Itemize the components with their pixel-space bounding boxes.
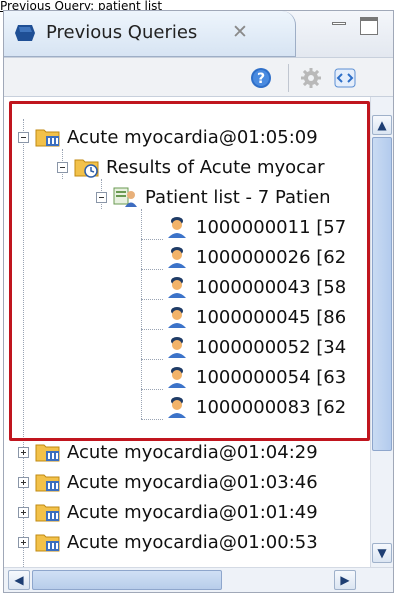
minimize-button[interactable] — [330, 17, 348, 31]
expand-toggle[interactable] — [18, 476, 29, 488]
tree-item-query[interactable]: Acute myocardia@01:05:09 — [18, 122, 318, 152]
vertical-scroll-thumb[interactable] — [372, 137, 392, 451]
settings-icon[interactable] — [300, 67, 322, 89]
scroll-left-button[interactable]: ◀ — [8, 570, 30, 590]
collapse-toggle[interactable] — [96, 191, 107, 203]
tree-item-label: 1000000011 [57 — [196, 216, 347, 238]
tree-connector — [141, 389, 163, 390]
query-folder-icon — [35, 474, 60, 492]
maximize-button[interactable] — [360, 17, 378, 35]
tree-item-query[interactable]: Acute myocardia@01:03:46 — [18, 467, 318, 497]
patient-icon — [168, 217, 186, 238]
tree-item-label: Patient list - 7 Patien — [145, 186, 331, 208]
tree-item-label: 1000000052 [34 — [196, 336, 347, 358]
query-folder-icon — [35, 534, 60, 552]
scroll-up-button[interactable]: ▲ — [372, 115, 392, 135]
results-folder-icon — [74, 159, 99, 178]
tree-item-patient[interactable]: 1000000043 [58 — [164, 272, 346, 302]
patient-icon — [168, 367, 186, 388]
previous-queries-tree: Acute myocardia@01:05:09 Results of Acut… — [4, 97, 370, 567]
tree-item-label: 1000000054 [63 — [196, 366, 347, 388]
vertical-scrollbar[interactable]: ▲ ▼ — [370, 97, 393, 567]
tree-item-patient[interactable]: 1000000045 [86 — [164, 302, 346, 332]
tab-previous-queries[interactable]: Previous Queries ✕ — [4, 11, 296, 57]
tree-connector — [141, 299, 163, 300]
tree-item-label: Results of Acute myocar — [106, 156, 325, 178]
tree-connector — [141, 359, 163, 360]
query-folder-icon — [35, 504, 60, 522]
tree-item-patient[interactable]: 1000000054 [63 — [164, 362, 346, 392]
collapse-toggle[interactable] — [57, 161, 68, 173]
tree-connector — [141, 419, 163, 420]
previous-queries-view: Previous Queries ✕ ? Acute myocardia@01:… — [3, 10, 394, 593]
query-folder-icon — [35, 129, 60, 147]
tree-item-label: 1000000043 [58 — [196, 276, 347, 298]
tree-item-label: Acute myocardia@01:04:29 — [67, 441, 318, 463]
tree-item-label: Acute myocardia@01:03:46 — [67, 471, 318, 493]
scroll-right-button[interactable]: ▶ — [334, 570, 356, 590]
svg-text:?: ? — [257, 71, 265, 87]
view-tab-strip: Previous Queries ✕ — [4, 11, 393, 57]
tree-item-patient-list[interactable]: Patient list - 7 Patien — [96, 182, 331, 212]
tree-item-patient[interactable]: 1000000083 [62 — [164, 392, 346, 422]
link-icon[interactable] — [334, 67, 356, 89]
tree-item-query[interactable]: Acute myocardia@01:04:29 — [18, 437, 318, 467]
tree-item-label: 1000000026 [62 — [196, 246, 347, 268]
tree-item-label: Acute myocardia@01:01:49 — [67, 501, 318, 523]
tree-item-query[interactable]: Acute myocardia@01:00:53 — [18, 527, 318, 557]
tree-item-query[interactable]: Acute myocardia@01:01:49 — [18, 497, 318, 527]
query-folder-icon — [35, 444, 60, 462]
tree-connector — [141, 329, 163, 330]
expand-toggle[interactable] — [18, 446, 29, 458]
scroll-down-button[interactable]: ▼ — [372, 543, 392, 563]
tree-item-label: 1000000083 [62 — [196, 396, 347, 418]
patient-icon — [168, 277, 186, 298]
patient-icon — [168, 337, 186, 358]
patient-icon — [168, 397, 186, 418]
view-title: Previous Queries — [46, 22, 198, 43]
toolbar-separator — [288, 64, 289, 92]
view-toolbar: ? — [4, 57, 393, 97]
tree-item-patient[interactable]: 1000000011 [57 — [164, 212, 346, 242]
patient-icon — [168, 307, 186, 328]
horizontal-scrollbar[interactable]: ◀ ▶ — [4, 567, 393, 592]
tree-item-patient[interactable]: 1000000052 [34 — [164, 332, 346, 362]
tree-connector — [141, 239, 163, 240]
tree-item-results[interactable]: Results of Acute myocar — [57, 152, 324, 182]
expand-toggle[interactable] — [18, 506, 29, 518]
patient-icon — [168, 247, 186, 268]
tree-item-label: 1000000045 [86 — [196, 306, 347, 328]
tree-item-label: Acute myocardia@01:00:53 — [67, 531, 318, 553]
patient-set-icon — [113, 187, 137, 207]
tree-connector — [141, 269, 163, 270]
tree-item-patient[interactable]: 1000000026 [62 — [164, 242, 346, 272]
tree-connector — [141, 209, 142, 419]
tree-item-label: Acute myocardia@01:05:09 — [67, 126, 318, 148]
expand-toggle[interactable] — [18, 536, 29, 548]
collapse-toggle[interactable] — [18, 131, 29, 143]
close-icon[interactable]: ✕ — [232, 21, 248, 43]
horizontal-scroll-thumb[interactable] — [32, 570, 222, 590]
help-icon[interactable]: ? — [250, 67, 272, 89]
view-icon — [15, 25, 35, 41]
